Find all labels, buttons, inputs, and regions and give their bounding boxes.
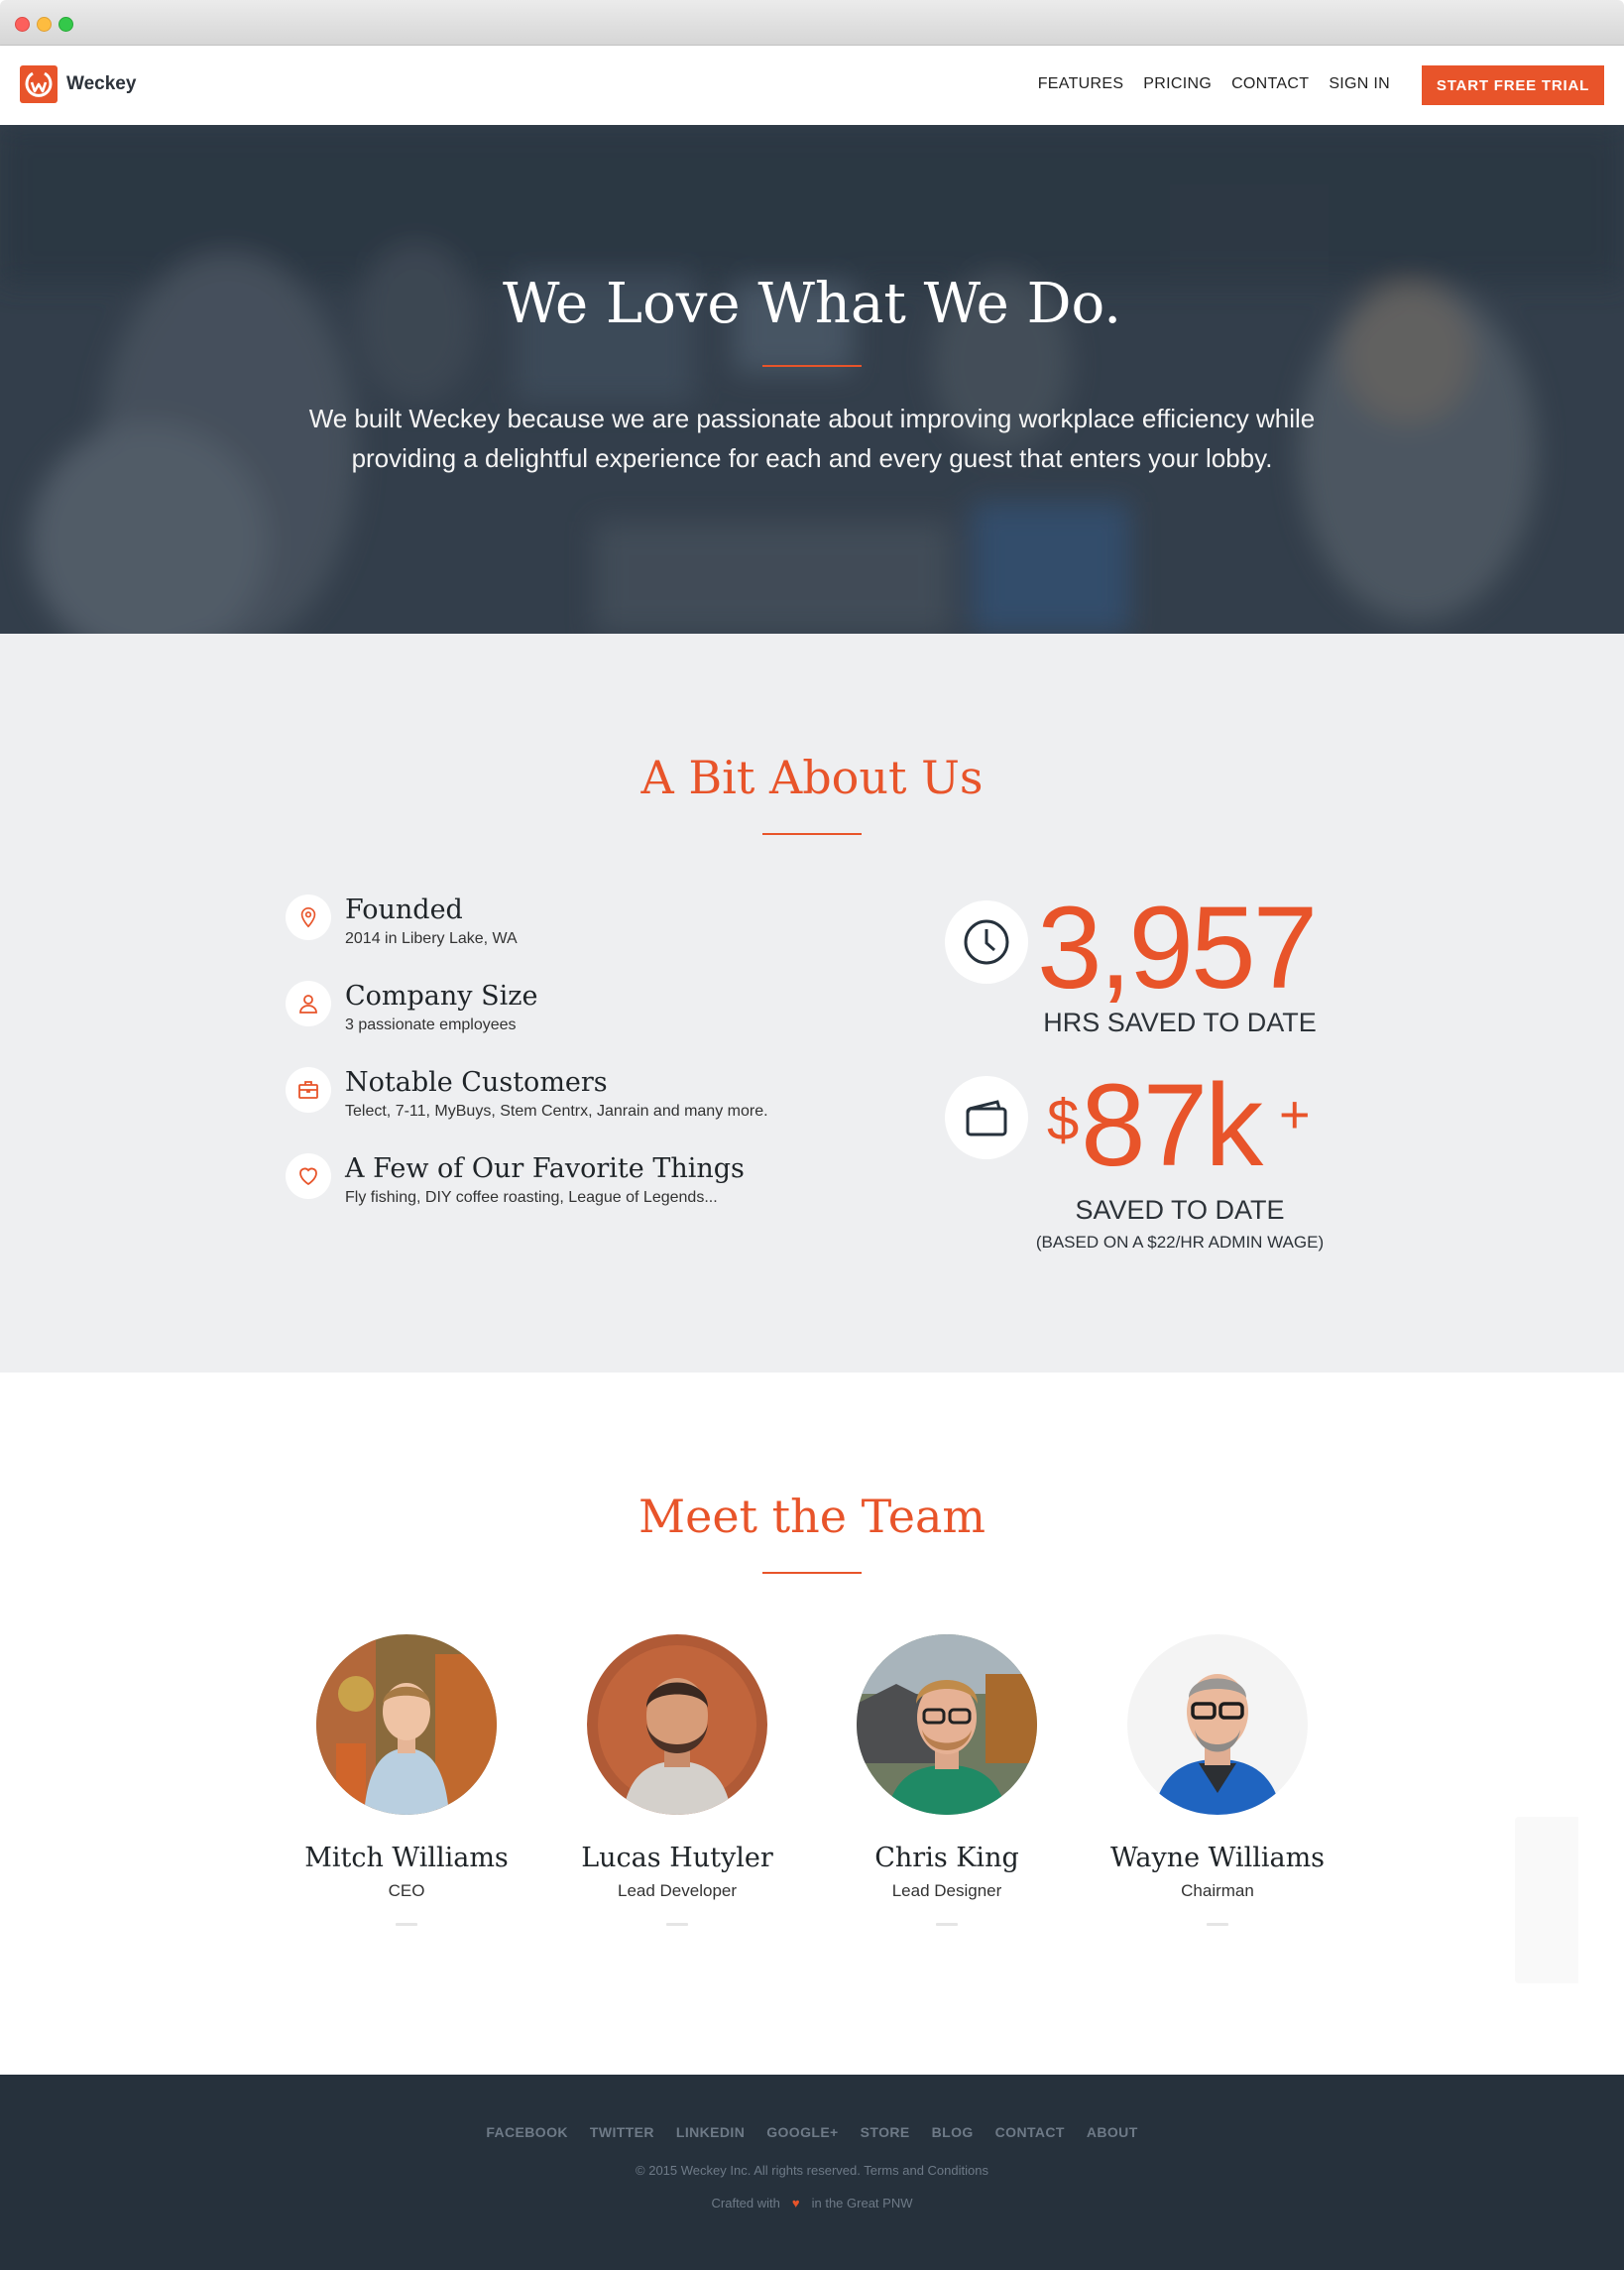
member-role: Lead Developer	[617, 1881, 738, 1900]
minimize-window-button[interactable]	[37, 17, 52, 32]
hours-saved-number: 3,957	[1037, 883, 1318, 1014]
hours-saved-label: HRS SAVED TO DATE	[1043, 1008, 1317, 1037]
member-name: Wayne Williams	[1109, 1843, 1326, 1873]
money-saved-note: (BASED ON A $22/HR ADMIN WAGE)	[1035, 1233, 1325, 1252]
copyright: © 2015 Weckey Inc. All rights reserved. …	[636, 2163, 988, 2178]
nav-pricing[interactable]: PRICING	[1143, 75, 1212, 93]
team-member: Wayne Williams Chairman	[1099, 1634, 1336, 1926]
hero-text: We built Weckey because we are passionat…	[308, 404, 1316, 473]
logo[interactable]: Weckey	[20, 65, 136, 103]
nav-features[interactable]: FEATURES	[1038, 75, 1124, 93]
member-name: Chris King	[874, 1843, 1019, 1873]
user-icon	[286, 981, 331, 1026]
money-saved-label: SAVED TO DATE	[1075, 1195, 1285, 1225]
fact-description: Telect, 7-11, MyBuys, Stem Centrx, Janra…	[345, 1103, 768, 1120]
fact-description: 3 passionate employees	[345, 1016, 517, 1033]
crafted-prefix: Crafted with	[711, 2196, 780, 2210]
about-section: A Bit About Us Founded 2014 in Libery La…	[0, 634, 1624, 1373]
weckey-logo-icon	[20, 65, 58, 103]
member-role: CEO	[388, 1881, 425, 1900]
footer-link-linkedin[interactable]: LINKEDIN	[676, 2124, 745, 2140]
team-member: Mitch Williams CEO	[288, 1634, 525, 1926]
fact-title: Company Size	[345, 981, 538, 1012]
crafted-note: Crafted with ♥ in the Great PNW	[0, 2196, 1624, 2210]
divider	[666, 1923, 688, 1926]
currency-symbol: $	[1047, 1088, 1080, 1152]
crafted-suffix: in the Great PNW	[811, 2196, 913, 2210]
hero-section: We Love What We Do. We built Weckey beca…	[0, 125, 1624, 634]
heart-icon	[286, 1153, 331, 1199]
footer-link-facebook[interactable]: FACEBOOK	[486, 2124, 568, 2140]
fact-favorite-things: A Few of Our Favorite Things Fly fishing…	[286, 1153, 745, 1207]
member-role: Chairman	[1181, 1881, 1254, 1900]
fact-company-size: Company Size 3 passionate employees	[286, 981, 537, 1034]
footer-links: FACEBOOK TWITTER LINKEDIN GOOGLE+ STORE …	[0, 2124, 1624, 2140]
top-navbar: Weckey FEATURES PRICING CONTACT SIGN IN …	[0, 46, 1624, 125]
avatar	[1127, 1634, 1308, 1815]
team-section: Meet the Team Mitch Williams CEO Lucas H…	[0, 1373, 1624, 2075]
fact-founded: Founded 2014 in Libery Lake, WA	[286, 895, 518, 948]
team-title: Meet the Team	[638, 1490, 986, 1543]
about-title: A Bit About Us	[640, 751, 984, 804]
close-window-button[interactable]	[15, 17, 30, 32]
team-member: Chris King Lead Designer	[828, 1634, 1066, 1926]
nav-sign-in[interactable]: SIGN IN	[1329, 75, 1390, 93]
footer-link-contact[interactable]: CONTACT	[995, 2124, 1065, 2140]
footer-link-about[interactable]: ABOUT	[1087, 2124, 1138, 2140]
briefcase-icon	[286, 1067, 331, 1113]
footer: FACEBOOK TWITTER LINKEDIN GOOGLE+ STORE …	[0, 2075, 1624, 2270]
maximize-window-button[interactable]	[58, 17, 73, 32]
member-name: Lucas Hutyler	[581, 1843, 773, 1873]
plus-suffix: +	[1279, 1085, 1311, 1144]
fact-title: Founded	[345, 895, 463, 925]
divider	[936, 1923, 958, 1926]
fact-title: Notable Customers	[345, 1067, 608, 1098]
team-member: Lucas Hutyler Lead Developer	[558, 1634, 796, 1926]
footer-link-blog[interactable]: BLOG	[932, 2124, 974, 2140]
clock-icon	[945, 900, 1028, 984]
money-saved-number: 87k	[1081, 1060, 1263, 1191]
browser-titlebar	[0, 0, 1624, 46]
member-name: Mitch Williams	[304, 1843, 509, 1873]
heart-icon: ♥	[791, 2196, 800, 2210]
nav-links: FEATURES PRICING CONTACT SIGN IN	[1038, 75, 1390, 93]
hero-divider	[762, 365, 862, 367]
divider	[1207, 1923, 1228, 1926]
avatar	[857, 1634, 1037, 1815]
side-feedback-tab[interactable]	[1515, 1817, 1578, 1983]
logo-text: Weckey	[66, 73, 137, 94]
avatar	[587, 1634, 767, 1815]
avatar	[316, 1634, 497, 1815]
map-pin-icon	[286, 895, 331, 940]
hero-background-image	[0, 125, 1624, 634]
footer-link-google-plus[interactable]: GOOGLE+	[766, 2124, 838, 2140]
fact-notable-customers: Notable Customers Telect, 7-11, MyBuys, …	[286, 1067, 768, 1121]
about-divider	[762, 833, 862, 835]
footer-link-store[interactable]: STORE	[861, 2124, 910, 2140]
fact-title: A Few of Our Favorite Things	[345, 1153, 745, 1184]
hero-title: We Love What We Do.	[502, 272, 1122, 336]
nav-contact[interactable]: CONTACT	[1231, 75, 1309, 93]
team-divider	[762, 1572, 862, 1574]
fact-description: Fly fishing, DIY coffee roasting, League…	[345, 1189, 718, 1206]
start-free-trial-button[interactable]: START FREE TRIAL	[1422, 65, 1604, 105]
wallet-icon	[945, 1076, 1028, 1159]
divider	[396, 1923, 417, 1926]
member-role: Lead Designer	[891, 1881, 1002, 1900]
footer-link-twitter[interactable]: TWITTER	[590, 2124, 654, 2140]
fact-description: 2014 in Libery Lake, WA	[345, 930, 518, 947]
